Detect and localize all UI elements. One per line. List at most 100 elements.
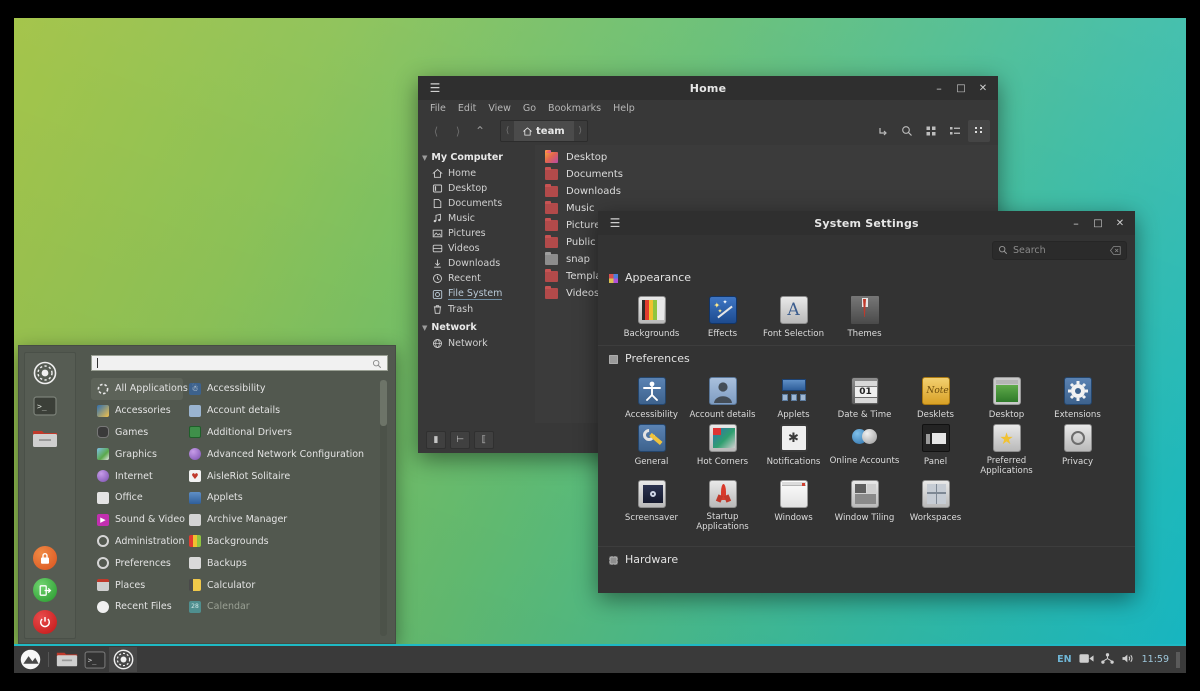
network-icon[interactable]	[1101, 653, 1114, 667]
settings-item-windows[interactable]: Windows	[758, 476, 829, 532]
places-icon[interactable]: ▮	[426, 431, 446, 449]
minimize-icon[interactable]	[1065, 212, 1087, 234]
app-calendar[interactable]: 28Calendar	[183, 596, 383, 618]
settings-item-workspaces[interactable]: Workspaces	[900, 476, 971, 532]
category-administration[interactable]: Administration	[91, 531, 183, 553]
settings-item-notifications[interactable]: ✱ Notifications	[758, 420, 829, 476]
taskbar-item-terminal[interactable]: >_	[81, 647, 109, 672]
settings-item-general[interactable]: General	[616, 420, 687, 476]
category-all-applications[interactable]: All Applications	[91, 378, 183, 400]
search-icon[interactable]	[896, 120, 918, 142]
taskbar-item-settings[interactable]	[109, 647, 137, 672]
search-input[interactable]: Search	[992, 241, 1127, 260]
category-places[interactable]: Places	[91, 574, 183, 596]
category-graphics[interactable]: Graphics	[91, 443, 183, 465]
hamburger-menu-icon[interactable]: ☰	[422, 81, 448, 95]
settings-item-date-time[interactable]: 01 Date & Time	[829, 373, 900, 420]
scrollbar-thumb[interactable]	[380, 380, 387, 426]
app-applets[interactable]: Applets	[183, 487, 383, 509]
sidebar-item-file-system[interactable]: File System	[418, 286, 535, 302]
sidebar-item-documents[interactable]: Documents	[418, 196, 535, 211]
category-office[interactable]: Office	[91, 487, 183, 509]
settings-item-backgrounds[interactable]: Backgrounds	[616, 292, 687, 339]
sidebar-item-trash[interactable]: Trash	[418, 302, 535, 317]
settings-item-font-selection[interactable]: A Font Selection	[758, 292, 829, 339]
sidebar-item-network[interactable]: Network	[418, 336, 535, 351]
up-icon[interactable]: ⌃	[470, 121, 490, 141]
file-item[interactable]: Downloads	[535, 183, 998, 200]
system-settings-titlebar[interactable]: ☰ System Settings	[598, 211, 1135, 235]
app-advanced-network-configuration[interactable]: Advanced Network Configuration	[183, 443, 383, 465]
close-icon[interactable]	[972, 77, 994, 99]
system-settings-window[interactable]: ☰ System Settings Search Appearance	[598, 211, 1135, 593]
app-backgrounds[interactable]: Backgrounds	[183, 531, 383, 553]
volume-icon[interactable]	[1121, 653, 1135, 667]
settings-item-hot-corners[interactable]: Hot Corners	[687, 420, 758, 476]
minimize-icon[interactable]	[928, 77, 950, 99]
settings-item-desktop[interactable]: Desktop	[971, 373, 1042, 420]
sidebar-item-desktop[interactable]: Desktop	[418, 181, 535, 196]
settings-item-privacy[interactable]: Privacy	[1042, 420, 1113, 476]
settings-icon[interactable]	[32, 360, 58, 386]
menu-view[interactable]: View	[482, 103, 517, 114]
lock-screen-button[interactable]	[33, 546, 57, 570]
sidebar-group-network[interactable]: ▼ Network	[418, 319, 535, 336]
close-icon[interactable]	[1109, 212, 1131, 234]
settings-item-preferred-applications[interactable]: ★ Preferred Applications	[971, 420, 1042, 476]
application-menu[interactable]: >_ All Applications Accessor	[18, 345, 396, 644]
app-aisleriot-solitaire[interactable]: ♥AisleRiot Solitaire	[183, 465, 383, 487]
sidebar-item-downloads[interactable]: Downloads	[418, 256, 535, 271]
file-item[interactable]: Documents	[535, 166, 998, 183]
breadcrumb-next-icon[interactable]: ⟩	[574, 120, 587, 142]
category-games[interactable]: Games	[91, 422, 183, 444]
app-accessibility[interactable]: ☃Accessibility	[183, 378, 383, 400]
maximize-icon[interactable]	[950, 77, 972, 99]
clock[interactable]: 11:59	[1142, 654, 1169, 665]
settings-item-panel[interactable]: Panel	[900, 420, 971, 476]
settings-item-online-accounts[interactable]: Online Accounts	[829, 420, 900, 476]
taskbar-panel[interactable]: >_ EN 11:59	[14, 646, 1186, 673]
settings-item-themes[interactable]: Themes	[829, 292, 900, 339]
file-manager-titlebar[interactable]: ☰ Home	[418, 76, 998, 100]
settings-item-effects[interactable]: ✦ ✦ ✦ Effects	[687, 292, 758, 339]
app-archive-manager[interactable]: Archive Manager	[183, 509, 383, 531]
app-menu-search-input[interactable]	[91, 355, 388, 371]
file-manager-menubar[interactable]: File Edit View Go Bookmarks Help	[418, 100, 998, 117]
settings-item-desklets[interactable]: Notes Desklets	[900, 373, 971, 420]
forward-icon[interactable]: ⟩	[448, 121, 468, 141]
app-calculator[interactable]: Calculator	[183, 574, 383, 596]
app-account-details[interactable]: Account details	[183, 400, 383, 422]
category-preferences[interactable]: Preferences	[91, 552, 183, 574]
sidebar-item-recent[interactable]: Recent	[418, 271, 535, 286]
shutdown-button[interactable]	[33, 610, 57, 634]
sidebar-item-pictures[interactable]: Pictures	[418, 226, 535, 241]
toggle-path-entry-icon[interactable]	[872, 120, 894, 142]
back-icon[interactable]: ⟨	[426, 121, 446, 141]
menu-go[interactable]: Go	[517, 103, 542, 114]
menu-file[interactable]: File	[424, 103, 452, 114]
category-accessories[interactable]: Accessories	[91, 400, 183, 422]
menu-bookmarks[interactable]: Bookmarks	[542, 103, 607, 114]
app-additional-drivers[interactable]: Additional Drivers	[183, 422, 383, 444]
sidebar-item-music[interactable]: Music	[418, 211, 535, 226]
menu-edit[interactable]: Edit	[452, 103, 482, 114]
terminal-icon[interactable]: ⟦	[474, 431, 494, 449]
file-manager-sidebar[interactable]: ▼ My Computer Home Desktop Documents Mus…	[418, 145, 535, 423]
terminal-icon[interactable]: >_	[32, 393, 58, 419]
settings-item-screensaver[interactable]: Screensaver	[616, 476, 687, 532]
breadcrumb-prev-icon[interactable]: ⟨	[501, 120, 514, 142]
taskbar-item-files[interactable]	[53, 647, 81, 672]
settings-item-accessibility[interactable]: Accessibility	[616, 373, 687, 420]
icon-view-icon[interactable]	[920, 120, 942, 142]
files-icon[interactable]	[32, 425, 58, 451]
keyboard-layout-indicator[interactable]: EN	[1057, 654, 1071, 665]
category-sound-video[interactable]: ▶Sound & Video	[91, 509, 183, 531]
hamburger-menu-icon[interactable]: ☰	[602, 216, 628, 230]
sidebar-group-my-computer[interactable]: ▼ My Computer	[418, 149, 535, 166]
compact-view-icon[interactable]	[968, 120, 990, 142]
list-view-icon[interactable]	[944, 120, 966, 142]
settings-item-applets[interactable]: Applets	[758, 373, 829, 420]
category-internet[interactable]: Internet	[91, 465, 183, 487]
sidebar-item-home[interactable]: Home	[418, 166, 535, 181]
menu-help[interactable]: Help	[607, 103, 641, 114]
